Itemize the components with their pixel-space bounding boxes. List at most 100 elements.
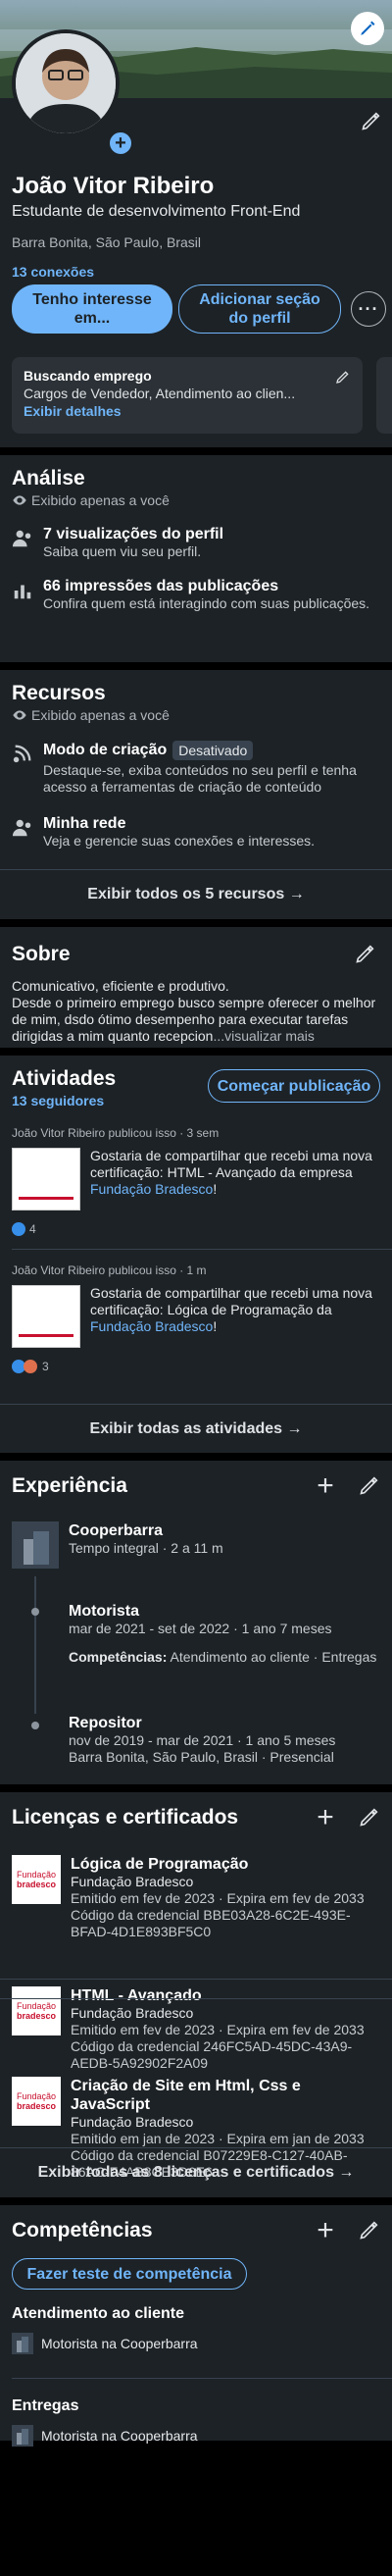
edit-experience-button[interactable]: [353, 1470, 384, 1502]
reactions[interactable]: 3: [12, 1360, 380, 1373]
certificate-title: Criação de Site em Html, Css e JavaScrip…: [71, 2078, 301, 2113]
add-photo-button[interactable]: +: [108, 130, 133, 156]
role-item[interactable]: Motorista mar de 2021 - set de 2022 · 1 …: [69, 1602, 380, 1666]
pencil-icon[interactable]: [335, 369, 351, 385]
fundacao-bradesco-logo: Fundação bradesco: [12, 1855, 61, 1904]
reactions[interactable]: 4: [12, 1222, 380, 1236]
show-all-resources-link[interactable]: Exibir todos os 5 recursos →: [0, 870, 392, 919]
divider: [0, 1998, 392, 1999]
profile-name: João Vitor Ribeiro: [12, 173, 215, 199]
skill-context: Motorista na Cooperbarra: [41, 2336, 198, 2351]
edit-skills-button[interactable]: [353, 2215, 384, 2246]
skill-item[interactable]: Entregas Motorista na Cooperbarra: [12, 2397, 380, 2447]
profile-views-title: 7 visualizações do perfil: [43, 526, 224, 542]
add-experience-button[interactable]: +: [310, 1470, 341, 1502]
add-skill-button[interactable]: +: [310, 2215, 341, 2246]
role-dates: mar de 2021 - set de 2022 · 1 ano 7 mese…: [69, 1621, 332, 1636]
certificate-item[interactable]: Fundação bradesco Lógica de Programação F…: [0, 1855, 392, 1940]
plus-icon: +: [115, 132, 126, 154]
profile-views-item[interactable]: 7 visualizações do perfil Saiba quem viu…: [0, 526, 392, 560]
post-impressions-title: 66 impressões das publicações: [43, 578, 279, 594]
my-network-sub: Veja e gerencie suas conexões e interess…: [43, 833, 316, 849]
certificate-title: HTML - Avançado: [71, 1987, 202, 2004]
more-button[interactable]: ···: [351, 291, 386, 327]
experience-section: Experiência + Cooperbarra Tempo integral…: [0, 1461, 392, 1784]
add-license-button[interactable]: +: [310, 1802, 341, 1833]
analytics-section: Análise Exibido apenas a você 7 visualiz…: [0, 455, 392, 662]
credential-id: Código da credencial BBE03A28-6C2E-493E-…: [71, 1907, 351, 1939]
analytics-title: Análise: [12, 467, 85, 489]
experience-title: Experiência: [12, 1474, 127, 1497]
pencil-icon: [360, 2221, 378, 2240]
about-section: Sobre Comunicativo, eficiente e produtiv…: [0, 927, 392, 1048]
role-title: Repositor: [69, 1715, 142, 1731]
post-text: Gostaria de compartilhar que recebi uma …: [90, 1148, 372, 1180]
skill-name: Entregas: [12, 2397, 79, 2414]
pencil-icon: [362, 112, 380, 130]
edit-cover-button[interactable]: [351, 12, 384, 45]
certificate-item[interactable]: Fundação bradesco HTML - Avançado Fundaçã…: [0, 1986, 392, 2072]
plus-icon: +: [317, 2214, 334, 2246]
certificate-issuer: Fundação Bradesco: [71, 2114, 194, 2130]
company-duration: Tempo integral · 2 a 11 m: [69, 1540, 223, 1556]
pencil-icon: [360, 1808, 378, 1827]
show-all-activity-link[interactable]: Exibir todas as atividades →: [0, 1405, 392, 1454]
job-card-title: Buscando emprego: [24, 368, 152, 384]
show-all-licenses-link[interactable]: Exibir todas as 8 licenças e certificado…: [0, 2148, 392, 2197]
post-impressions-item[interactable]: 66 impressões das publicações Confira qu…: [0, 578, 392, 612]
avatar[interactable]: [12, 29, 120, 137]
divider: [12, 1249, 392, 1250]
edit-about-button[interactable]: [349, 939, 380, 970]
role-dates: nov de 2019 - mar de 2021 · 1 ano 5 mese…: [69, 1732, 336, 1748]
company-name[interactable]: Cooperbarra: [69, 1521, 223, 1540]
role-location: Barra Bonita, São Paulo, Brasil · Presen…: [69, 1749, 334, 1765]
credential-id: Código da credencial 246FC5AD-45DC-43A9-…: [71, 2038, 353, 2071]
certificate-dates: Emitido em jan de 2023 · Expira em jan d…: [71, 2131, 365, 2146]
interest-button[interactable]: Tenho interesse em...: [12, 284, 172, 334]
next-card-peek: [376, 357, 392, 434]
org-link[interactable]: Fundação Bradesco: [90, 1181, 213, 1197]
eye-icon: [13, 495, 26, 505]
company-logo: [12, 2333, 33, 2354]
job-seeking-card[interactable]: Buscando emprego Cargos de Vendedor, Ate…: [12, 357, 363, 434]
certificate-title: Lógica de Programação: [71, 1856, 249, 1873]
broadcast-icon: [13, 745, 31, 763]
more-dots-icon: ···: [358, 299, 379, 319]
skills-section: Competências + Fazer teste de competênci…: [0, 2205, 392, 2447]
about-text: Desde o primeiro emprego busco sempre of…: [12, 995, 376, 1044]
job-card-details-link[interactable]: Exibir detalhes: [24, 402, 351, 420]
timeline-dot: [31, 1722, 39, 1729]
post-thumbnail: [12, 1285, 80, 1348]
post-item[interactable]: João Vitor Ribeiro publicou isso · 1 m G…: [12, 1263, 380, 1373]
org-link[interactable]: Fundação Bradesco: [90, 1318, 213, 1334]
connections-link[interactable]: 13 conexões: [12, 263, 380, 281]
post-header: João Vitor Ribeiro publicou isso · 3 sem: [12, 1126, 220, 1140]
skill-context: Motorista na Cooperbarra: [41, 2428, 198, 2444]
post-item[interactable]: João Vitor Ribeiro publicou isso · 3 sem…: [12, 1126, 380, 1236]
add-section-button[interactable]: Adicionar seção do perfil: [178, 284, 341, 334]
certificate-dates: Emitido em fev de 2023 · Expira em fev d…: [71, 2022, 365, 2037]
pencil-icon: [361, 21, 375, 35]
my-network-item[interactable]: Minha rede Veja e gerencie suas conexões…: [0, 815, 392, 850]
edit-licenses-button[interactable]: [353, 1802, 384, 1833]
timeline-dot: [31, 1608, 39, 1616]
eye-icon: [13, 710, 26, 720]
pencil-icon: [356, 945, 374, 963]
skill-item[interactable]: Atendimento ao cliente Motorista na Coop…: [12, 2305, 380, 2354]
skill-test-button[interactable]: Fazer teste de competência: [12, 2258, 247, 2290]
role-item[interactable]: Repositor nov de 2019 - mar de 2021 · 1 …: [69, 1714, 380, 1766]
company-logo: [12, 1521, 59, 1569]
certificate-issuer: Fundação Bradesco: [71, 2005, 194, 2021]
start-post-button[interactable]: Começar publicação: [208, 1069, 380, 1103]
about-title: Sobre: [12, 943, 71, 965]
love-icon: [24, 1360, 37, 1373]
edit-intro-button[interactable]: [355, 106, 386, 137]
creator-mode-item[interactable]: Modo de criação Desativado Destaque-se, …: [0, 741, 392, 796]
profile-headline: Estudante de desenvolvimento Front-End: [12, 203, 301, 220]
see-more-link[interactable]: ...visualizar mais: [213, 1028, 314, 1044]
post-header: João Vitor Ribeiro publicou isso · 1 m: [12, 1263, 207, 1277]
bar-chart-icon: [14, 585, 31, 599]
followers-link[interactable]: 13 seguidores: [12, 1093, 116, 1108]
about-line-1: Comunicativo, eficiente e produtivo.: [12, 978, 229, 994]
divider: [0, 1979, 392, 1980]
